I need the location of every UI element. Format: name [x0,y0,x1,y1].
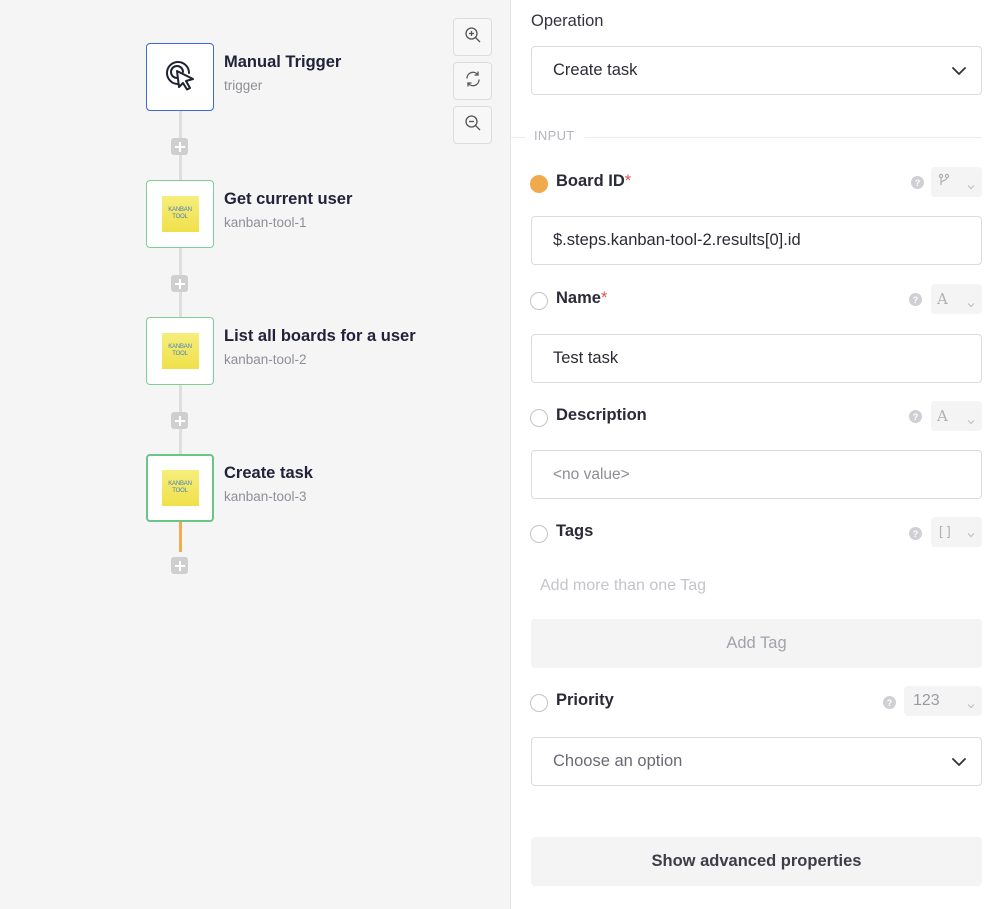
add-step-button[interactable] [171,138,188,155]
node-create-task[interactable]: KANBAN TOOL [146,454,214,522]
add-step-button[interactable] [171,557,188,574]
zoom-in-icon [464,26,482,49]
zoom-out-icon [464,114,482,137]
operation-label: Operation [531,12,604,30]
active-connector [178,522,182,552]
chevron-down-icon [967,412,975,430]
kanban-tool-logo: KANBAN TOOL [161,196,199,232]
help-icon[interactable]: ? [909,293,922,306]
add-tag-button[interactable]: Add Tag [531,619,982,668]
chevron-down-icon [951,63,967,84]
help-icon[interactable]: ? [911,176,924,189]
name-input[interactable]: Test task [531,334,982,383]
show-advanced-properties-button[interactable]: Show advanced properties [531,837,982,886]
workflow-canvas[interactable]: Manual Trigger trigger KANBAN TOOL Get cu… [0,0,511,909]
node-subtitle: kanban-tool-2 [224,352,307,367]
add-step-button[interactable] [171,275,188,292]
zoom-in-button[interactable] [453,18,492,56]
divider [511,137,525,138]
cursor-click-icon [162,57,198,98]
array-type-icon: [] [937,524,953,540]
priority-select[interactable]: Choose an option [531,737,982,786]
node-title: List all boards for a user [224,327,416,345]
branch-icon [937,173,951,191]
kanban-tool-logo: KANBAN TOOL [161,333,199,369]
node-subtitle: trigger [224,78,263,93]
priority-type-button[interactable]: 123 [904,686,982,716]
node-subtitle: kanban-tool-1 [224,215,307,230]
node-list-boards[interactable]: KANBAN TOOL [146,317,214,385]
operation-value: Create task [553,61,638,79]
text-type-icon: A [937,407,948,425]
description-input[interactable]: <no value> [531,450,982,499]
tags-label: Tags [556,522,594,540]
chevron-down-icon [967,528,975,543]
board-id-type-button[interactable] [931,167,982,197]
description-label: Description [556,406,647,424]
chevron-down-icon [967,697,975,715]
priority-label: Priority [556,691,614,709]
field-status-dot-empty [530,694,548,712]
number-type-icon: 123 [913,692,940,709]
board-id-label: Board ID* [556,172,632,190]
board-id-input[interactable]: $.steps.kanban-tool-2.results[0].id [531,216,982,265]
divider [585,137,982,138]
node-get-current-user[interactable]: KANBAN TOOL [146,180,214,248]
name-type-button[interactable]: A [931,284,982,314]
operation-select[interactable]: Create task [531,46,982,95]
description-type-button[interactable]: A [931,401,982,431]
field-status-dot-filled [530,175,548,193]
field-status-dot-empty [530,525,548,543]
node-title: Create task [224,464,313,482]
tags-type-button[interactable]: [] [931,517,982,547]
tags-hint: Add more than one Tag [540,577,707,594]
text-type-icon: A [937,290,948,308]
chevron-down-icon [951,754,967,775]
node-subtitle: kanban-tool-3 [224,489,307,504]
field-status-dot-empty [530,292,548,310]
add-step-button[interactable] [171,412,188,429]
node-manual-trigger[interactable] [146,43,214,111]
chevron-down-icon [967,295,975,313]
priority-placeholder: Choose an option [553,752,683,770]
zoom-out-button[interactable] [453,106,492,144]
help-icon[interactable]: ? [909,527,922,540]
section-header-input: INPUT [534,128,575,143]
help-icon[interactable]: ? [883,696,896,709]
help-icon[interactable]: ? [909,410,922,423]
node-title: Manual Trigger [224,53,342,71]
chevron-down-icon [967,178,975,195]
reset-view-button[interactable] [453,62,492,100]
node-title: Get current user [224,190,353,208]
refresh-icon [464,70,482,93]
kanban-tool-logo: KANBAN TOOL [161,470,199,506]
name-label: Name* [556,289,608,307]
field-status-dot-empty [530,409,548,427]
